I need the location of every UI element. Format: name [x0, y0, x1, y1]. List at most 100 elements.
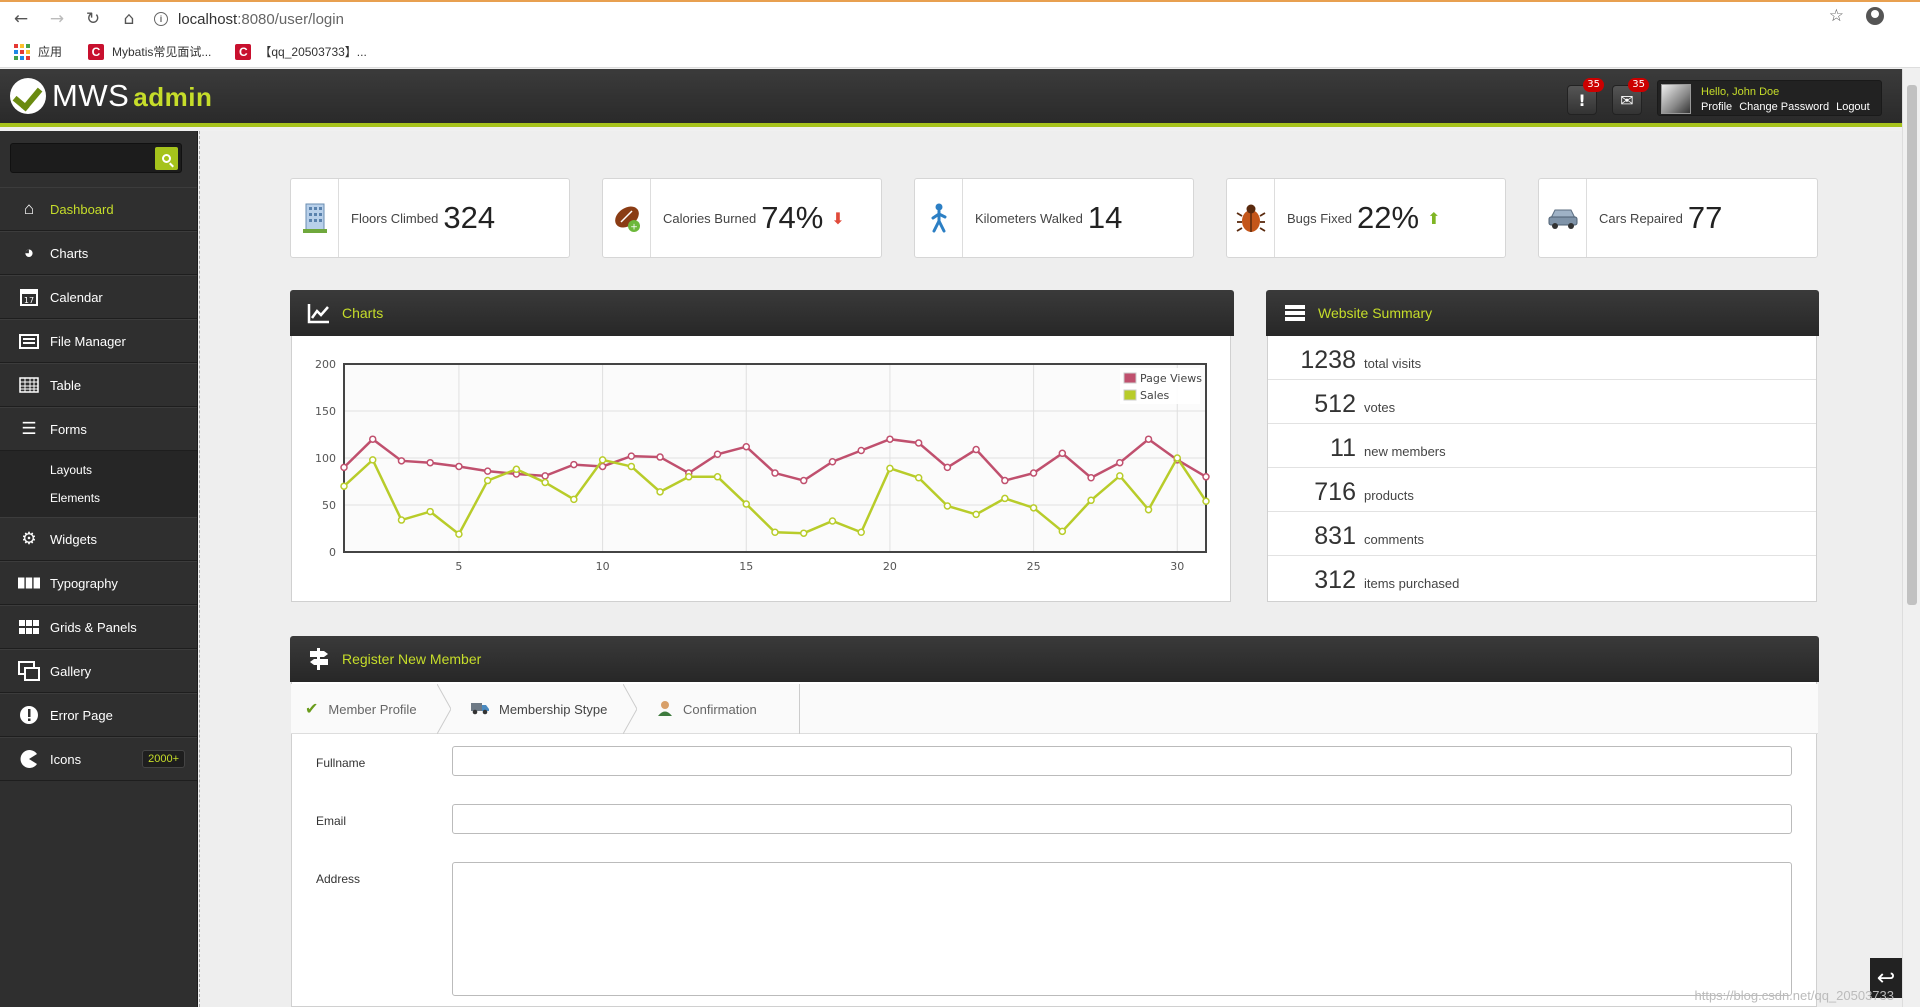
arrow-down-icon: ⬇ — [831, 208, 845, 228]
summary-number: 11 — [1330, 434, 1356, 462]
step-membership-stype[interactable]: Membership Stype — [471, 684, 607, 734]
sidebar-item-label: Error Page — [50, 707, 113, 723]
back-arrow-icon: ↩ — [1876, 965, 1896, 991]
error-icon — [18, 704, 40, 726]
signpost-icon — [306, 646, 332, 672]
data-point — [886, 435, 894, 443]
address-label: Address — [316, 872, 361, 886]
bookmark-mybatis[interactable]: C Mybatis常见面试... — [88, 43, 211, 60]
arrow-up-icon: ⬆ — [1427, 208, 1441, 228]
x-tick-label: 30 — [1170, 560, 1184, 573]
stat-label: Bugs Fixed — [1287, 210, 1353, 226]
step-member-profile[interactable]: ✔ Member Profile — [305, 684, 417, 734]
messages-button[interactable]: ✉ 35 — [1612, 78, 1649, 115]
data-point — [771, 469, 779, 477]
y-tick-label: 200 — [315, 358, 336, 371]
data-point — [340, 463, 348, 472]
sidebar-search — [10, 143, 182, 173]
sidebar-item-charts[interactable]: ◕ Charts — [0, 231, 197, 275]
logo[interactable]: MWS admin — [10, 78, 212, 114]
fullname-label: Fullname — [316, 756, 366, 770]
search-input[interactable] — [11, 144, 151, 170]
stat-floors-climbed: Floors Climbed 324 — [290, 178, 570, 258]
sidebar-item-widgets[interactable]: ⚙ Widgets — [0, 517, 197, 561]
stat-cars-repaired: Cars Repaired 77 — [1538, 178, 1818, 258]
bookmark-apps[interactable]: 应用 — [14, 43, 62, 60]
data-point — [1116, 458, 1124, 467]
address-bar[interactable]: i localhost:8080/user/login — [154, 11, 344, 28]
sidebar-item-grids-panels[interactable]: Grids & Panels — [0, 605, 197, 649]
info-icon[interactable]: i — [154, 12, 168, 26]
sidebar: ⌂ Dashboard ◕ Charts 17 Calendar File Ma… — [0, 131, 198, 1007]
summary-row: 512 votes — [1268, 380, 1816, 424]
sidebar-item-typography[interactable]: Typography — [0, 561, 197, 605]
account-icon[interactable] — [1866, 7, 1884, 25]
x-tick-label: 20 — [883, 560, 897, 573]
notifications-button[interactable]: ! 35 — [1567, 78, 1604, 115]
grid-icon — [18, 616, 40, 638]
email-label: Email — [316, 814, 347, 828]
sidebar-item-gallery[interactable]: Gallery — [0, 649, 197, 693]
data-point — [627, 452, 636, 460]
data-point — [1001, 476, 1009, 485]
data-point — [713, 450, 722, 458]
line-chart: 0 50 100 150 200 5 10 15 20 25 30 Page Views Sales — [315, 358, 1210, 573]
logout-link[interactable]: Logout — [1836, 101, 1870, 113]
data-point — [368, 435, 377, 443]
search-button[interactable] — [155, 147, 178, 170]
data-point — [1058, 527, 1067, 536]
stack-icon — [1282, 300, 1308, 326]
summary-panel-body: 1238 total visits 512 votes 11 new members … — [1267, 336, 1817, 602]
forward-arrow-icon[interactable]: → — [42, 4, 72, 34]
sidebar-item-label: Dashboard — [50, 201, 114, 217]
sidebar-item-forms[interactable]: ☰ Forms — [0, 407, 197, 451]
back-arrow-icon[interactable]: ← — [6, 4, 36, 34]
sidebar-item-table[interactable]: Table — [0, 363, 197, 407]
data-point — [1116, 472, 1124, 480]
bookmark-qq[interactable]: C 【qq_20503733】... — [235, 43, 367, 60]
submenu-item-elements[interactable]: Elements — [0, 484, 197, 512]
home-icon[interactable]: ⌂ — [114, 4, 144, 34]
data-point — [685, 473, 693, 481]
data-point — [627, 462, 636, 471]
walking-man-icon — [915, 179, 963, 257]
car-icon — [1539, 179, 1587, 257]
checkmark-icon: ✔ — [305, 701, 319, 718]
fullname-field[interactable] — [452, 746, 1792, 776]
step-confirmation[interactable]: Confirmation — [657, 684, 757, 734]
sidebar-item-dashboard[interactable]: ⌂ Dashboard — [0, 187, 197, 231]
checkmark-logo-icon — [10, 78, 46, 114]
sidebar-item-icons[interactable]: Icons 2000+ — [0, 737, 197, 781]
sidebar-item-label: Charts — [50, 245, 89, 261]
summary-number: 312 — [1314, 566, 1356, 594]
avatar[interactable] — [1661, 84, 1691, 114]
email-field[interactable] — [452, 804, 1792, 834]
step-label: Confirmation — [683, 701, 757, 717]
stat-value: 22% — [1357, 200, 1420, 235]
data-point — [1202, 497, 1210, 505]
profile-link[interactable]: Profile — [1701, 101, 1732, 113]
change-password-link[interactable]: Change Password — [1739, 101, 1829, 113]
legend-swatch — [1123, 389, 1137, 401]
summary-label: votes — [1364, 400, 1396, 415]
sidebar-item-label: Calendar — [50, 289, 103, 305]
sidebar-item-error-page[interactable]: Error Page — [0, 693, 197, 737]
stat-bugs-fixed: Bugs Fixed 22% ⬆ — [1226, 178, 1506, 258]
star-icon[interactable]: ☆ — [1829, 6, 1844, 26]
data-point — [799, 529, 808, 537]
address-field[interactable] — [452, 862, 1792, 996]
data-point — [972, 445, 980, 454]
scrollbar-thumb[interactable] — [1907, 85, 1917, 605]
sidebar-item-calendar[interactable]: 17 Calendar — [0, 275, 197, 319]
sidebar-item-file-manager[interactable]: File Manager — [0, 319, 197, 363]
notifications-badge: 35 — [1583, 78, 1604, 92]
messages-badge: 35 — [1628, 78, 1649, 92]
stat-calories-burned: + Calories Burned 74% ⬇ — [602, 178, 882, 258]
submenu-item-layouts[interactable]: Layouts — [0, 456, 197, 484]
page-scrollbar[interactable] — [1902, 69, 1920, 1007]
typography-icon — [18, 572, 40, 594]
reload-icon[interactable]: ↻ — [78, 4, 108, 34]
charts-panel-header: Charts — [290, 290, 1234, 336]
alert-icon: ! — [1578, 90, 1586, 110]
logo-sub: admin — [133, 82, 213, 112]
